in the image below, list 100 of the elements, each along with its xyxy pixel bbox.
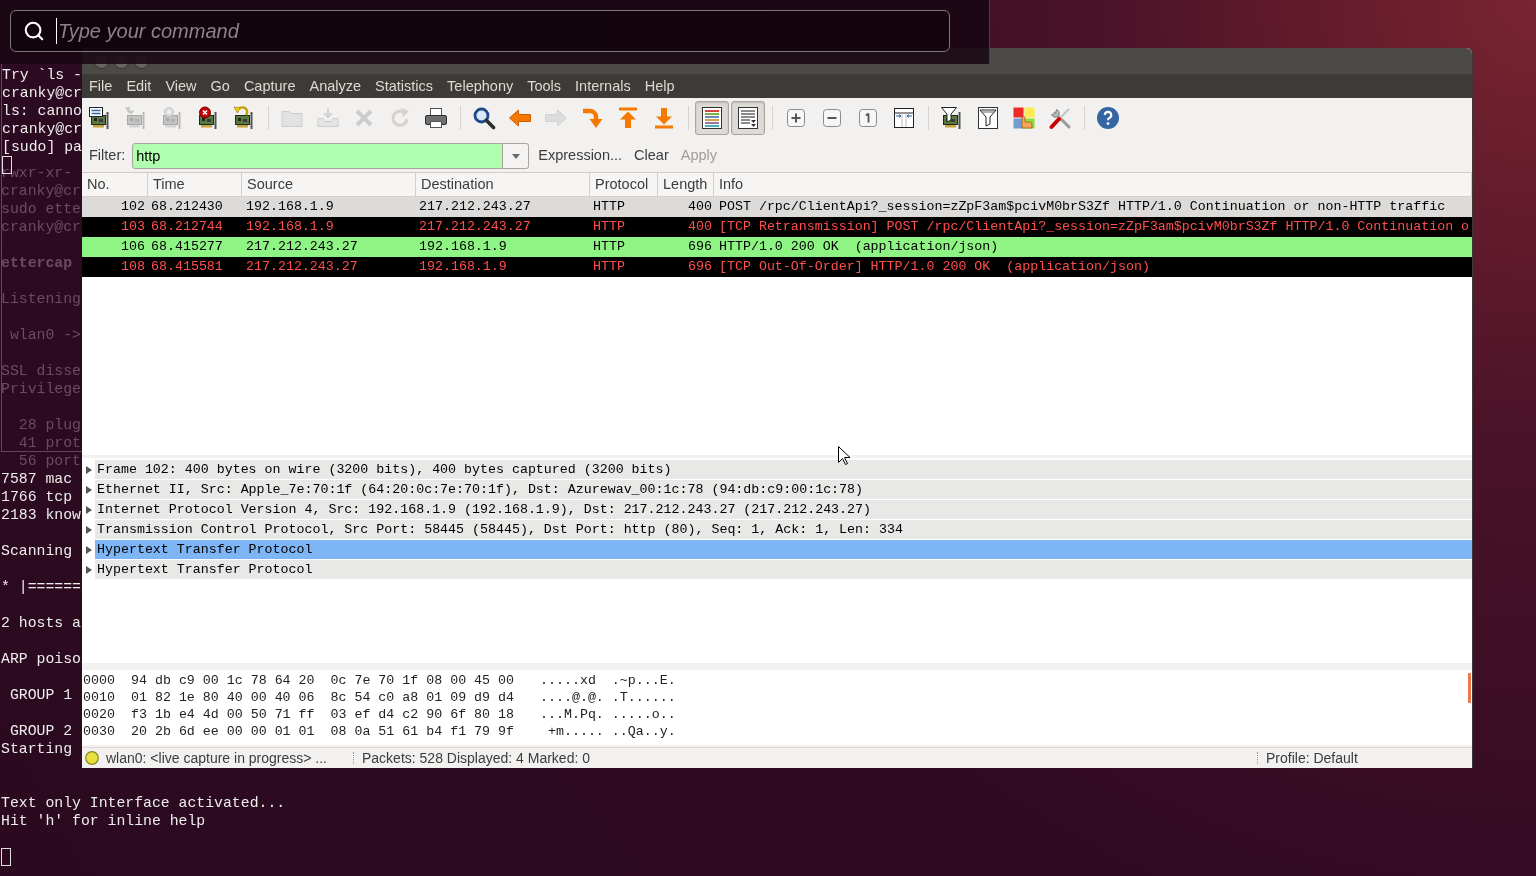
- dropdown-button[interactable]: [503, 143, 530, 169]
- expander-triangle-icon[interactable]: [85, 546, 92, 554]
- network-card-gear-icon: [160, 106, 184, 130]
- table-cell-text: 217.212.243.27: [245, 258, 359, 276]
- terminal-line: SSL disse: [1, 363, 81, 379]
- expander-triangle-icon[interactable]: [85, 506, 92, 514]
- filter-label: Filter:: [89, 146, 126, 166]
- filter-action-button[interactable]: Clear: [628, 143, 675, 169]
- expander-triangle-icon[interactable]: [85, 566, 92, 574]
- search-icon: [472, 106, 496, 130]
- terminal-line: Text only Interface activated...: [1, 795, 286, 811]
- hex-bytes: f3 1b e4 4d 00 50 71 ff 03 ef d4 c2 90 6f 80 18: [131, 706, 515, 723]
- menu-item[interactable]: Internals: [568, 74, 638, 98]
- tree-item[interactable]: Ethernet II, Src: Apple_7e:70:1f (64:20:0c:7e:70:1f), Dst: Azurewav_00:1c:78 (94:db:c9:00:1c:78): [95, 480, 1472, 499]
- command-input[interactable]: Type your command: [57, 16, 949, 46]
- table-cell-text: POST /rpc/ClientApi?_session=zZpF3am$pcivM0brS3Zf HTTP/1.0 Continuation or non-HTTP traffic: [718, 198, 1447, 216]
- expander-triangle-icon[interactable]: [85, 466, 92, 474]
- tree-item[interactable]: Hypertext Transfer Protocol: [95, 540, 1472, 559]
- toolbar-button[interactable]: [731, 101, 765, 135]
- hex-ascii: ...M.Pq. .....o..: [540, 706, 676, 723]
- hex-bytes: 94 db c9 00 1c 78 64 20 0c 7e 70 1f 08 00 45 00: [131, 672, 515, 689]
- menu-item[interactable]: Tools: [520, 74, 569, 98]
- column-header[interactable]: Info: [714, 173, 1472, 196]
- hex-offset: 0020: [83, 706, 116, 723]
- network-card-stop-icon: [196, 106, 220, 130]
- menu-item[interactable]: Capture: [236, 74, 303, 98]
- table-cell-text: HTTP: [592, 258, 626, 276]
- arrow-left-icon: [508, 106, 532, 130]
- terminal-line: 56 port: [17, 453, 81, 469]
- tree-item[interactable]: Transmission Control Protocol, Src Port: 58445 (58445), Dst Port: http (80), Seq: 1, Ack: 1, Len: 334: [95, 520, 1472, 539]
- menu-item[interactable]: Help: [637, 74, 682, 98]
- column-header[interactable]: Source: [242, 173, 416, 196]
- packet-row[interactable]: 106 68.415277 217.212.243.27 192.168.1.9 HTTP 696 HTTP/1.0 200 OK (application/json): [82, 237, 1472, 257]
- arrow-up-bar-icon: [616, 106, 640, 130]
- hex-offset: 0010: [83, 689, 116, 706]
- terminal-line: ettercap: [1, 255, 73, 271]
- wrench-screwdriver-icon: [1048, 106, 1072, 130]
- column-header[interactable]: No.: [82, 173, 148, 196]
- terminal-line: cranky@cr: [2, 121, 82, 137]
- terminal-line: sudo ette: [1, 201, 81, 217]
- terminal-line: * |======: [1, 579, 81, 595]
- hex-offset: 0030: [83, 723, 116, 740]
- arrow-down-bar-icon: [652, 106, 676, 130]
- boxed-one-icon: [856, 106, 880, 130]
- table-cell-text: HTTP: [592, 238, 626, 256]
- table-cell-text: 68.212430: [150, 198, 224, 216]
- zoom-out-icon: [820, 106, 844, 130]
- hex-ascii: ....@.@. .T......: [540, 689, 676, 706]
- packet-row[interactable]: 108 68.415581 217.212.243.27 192.168.1.9 HTTP 696 [TCP Out-Of-Order] HTTP/1.0 200 OK (application/json): [82, 257, 1472, 277]
- filter-field[interactable]: http: [132, 143, 504, 169]
- packet-counts: Packets: 528 Displayed: 4 Marked: 0: [362, 748, 591, 768]
- table-cell-text: 696: [687, 238, 713, 256]
- terminal-cursor: [1, 848, 11, 866]
- terminal-line: Hit 'h' for inline help: [1, 813, 206, 829]
- network-card-arrow-icon: [232, 106, 256, 130]
- columns-arrows-icon: [892, 106, 916, 130]
- expander-triangle-icon[interactable]: [85, 526, 92, 534]
- terminal-line: cranky@cr: [2, 85, 82, 101]
- menu-item[interactable]: View: [158, 74, 204, 98]
- command-field[interactable]: Type your command: [10, 10, 950, 52]
- table-cell-text: 68.415581: [150, 258, 224, 276]
- menu-item[interactable]: Statistics: [368, 74, 441, 98]
- column-header[interactable]: Protocol: [590, 173, 658, 196]
- filter-action-button[interactable]: Expression...: [532, 143, 629, 169]
- table-cell-text: 68.415277: [150, 238, 224, 256]
- column-header[interactable]: Length: [658, 173, 714, 196]
- terminal-line: [sudo] pa: [2, 139, 82, 155]
- table-cell-text: 102: [120, 198, 146, 216]
- help-icon: [1096, 106, 1120, 130]
- table-cell-text: 106: [120, 238, 146, 256]
- scrollbar-thumb[interactable]: [1468, 673, 1471, 703]
- terminal-line: GROUP 1: [8, 687, 73, 703]
- menu-item[interactable]: Analyze: [302, 74, 369, 98]
- terminal-line: 2 hosts a: [1, 615, 81, 631]
- terminal-line: wlan0 ->: [8, 327, 81, 343]
- menu-item[interactable]: Telephony: [440, 74, 521, 98]
- table-cell-text: 192.168.1.9: [245, 218, 335, 236]
- hex-offset: 0000: [83, 672, 116, 689]
- terminal-line: ARP poiso: [1, 651, 81, 667]
- tree-item[interactable]: Internet Protocol Version 4, Src: 192.168.1.9 (192.168.1.9), Dst: 217.212.243.27 (217.212.243.27): [95, 500, 1472, 519]
- tree-item[interactable]: Hypertext Transfer Protocol: [95, 560, 1472, 579]
- packet-row[interactable]: 103 68.212744 192.168.1.9 217.212.243.27 HTTP 400 [TCP Retransmission] POST /rpc/ClientApi?_session=zZpF3am$pcivM0brS3Zf HTTP/1.0 Continuation o: [82, 217, 1472, 237]
- menu-item[interactable]: Edit: [119, 74, 159, 98]
- tree-item[interactable]: Frame 102: 400 bytes on wire (3200 bits), 400 bytes captured (3200 bits): [95, 460, 1472, 479]
- packet-row[interactable]: 102 68.212430 192.168.1.9 217.212.243.27 HTTP 400 POST /rpc/ClientApi?_session=zZpF3am$pcivM0brS3Zf HTTP/1.0 Continuation or non-HTTP traffic: [82, 197, 1472, 217]
- table-cell-text: HTTP: [592, 198, 626, 216]
- toolbar-button[interactable]: [695, 101, 729, 135]
- capture-status: wlan0: <live capture in progress> ...: [106, 748, 328, 768]
- terminal-line: GROUP 2: [8, 723, 73, 739]
- column-header[interactable]: Destination: [416, 173, 590, 196]
- curved-arrow-icon: [580, 106, 604, 130]
- funnel-icon: [976, 106, 1000, 130]
- terminal-line: Privilege: [1, 381, 81, 397]
- table-cell-text: [TCP Out-Of-Order] HTTP/1.0 200 OK (application/json): [718, 258, 1151, 276]
- menu-item[interactable]: Go: [203, 74, 237, 98]
- menu-item[interactable]: File: [82, 74, 120, 98]
- terminal-line: 28 plug: [17, 417, 81, 433]
- printer-icon: [424, 106, 448, 130]
- column-header[interactable]: Time: [148, 173, 242, 196]
- expander-triangle-icon[interactable]: [85, 486, 92, 494]
